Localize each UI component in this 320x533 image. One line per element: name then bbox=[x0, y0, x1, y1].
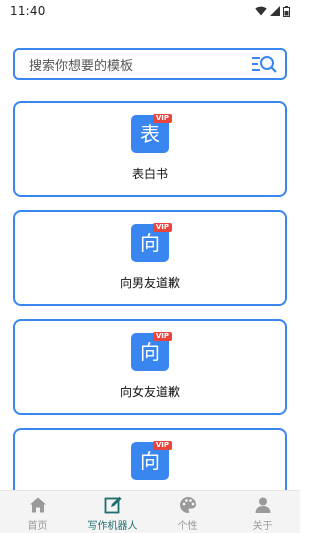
template-card-apologize-girlfriend[interactable]: 向 VIP 向女友道歉 bbox=[13, 319, 287, 415]
template-icon-char: 向 bbox=[140, 231, 160, 255]
nav-label-writing-robot: 写作机器人 bbox=[87, 521, 138, 532]
nav-item-about[interactable]: 关于 bbox=[225, 491, 300, 533]
wifi-icon bbox=[255, 6, 267, 16]
nav-item-personality[interactable]: 个性 bbox=[150, 491, 225, 533]
vip-badge: VIP bbox=[152, 223, 172, 232]
vip-badge: VIP bbox=[152, 332, 172, 341]
palette-icon bbox=[179, 497, 196, 513]
template-title: 表白书 bbox=[131, 167, 168, 181]
vip-badge: VIP bbox=[152, 114, 172, 123]
template-card-confession[interactable]: 表 VIP 表白书 bbox=[13, 101, 287, 197]
template-title: 向男友道歉 bbox=[119, 276, 180, 290]
search-icon[interactable] bbox=[251, 53, 277, 75]
edit-icon bbox=[104, 496, 121, 514]
battery-icon bbox=[283, 5, 290, 17]
template-icon: 向 VIP bbox=[131, 332, 172, 371]
search-input[interactable]: 搜索你想要的模板 bbox=[13, 48, 287, 80]
bottom-nav: 首页 写作机器人 个性 关于 bbox=[0, 490, 300, 533]
nav-label-personality: 个性 bbox=[177, 521, 198, 532]
search-placeholder: 搜索你想要的模板 bbox=[29, 58, 134, 74]
nav-item-home[interactable]: 首页 bbox=[0, 491, 75, 533]
person-icon bbox=[255, 497, 270, 513]
nav-label-home: 首页 bbox=[27, 521, 48, 532]
home-icon bbox=[29, 497, 46, 513]
status-bar: 11:40 bbox=[0, 0, 300, 22]
template-card-apologize-boyfriend[interactable]: 向 VIP 向男友道歉 bbox=[13, 210, 287, 306]
status-icons bbox=[255, 5, 290, 17]
vip-badge: VIP bbox=[152, 441, 172, 450]
template-title: 向女友道歉 bbox=[119, 385, 180, 399]
template-icon: 表 VIP bbox=[131, 114, 172, 153]
app-screen: 11:40 搜索你想要的模板 表 VIP 表白书 向 VIP 向男友道歉 向 V… bbox=[0, 0, 300, 533]
signal-icon bbox=[270, 6, 280, 16]
template-icon-char: 表 bbox=[140, 122, 160, 146]
nav-label-about: 关于 bbox=[252, 521, 273, 532]
status-time: 11:40 bbox=[10, 4, 46, 18]
template-icon-char: 向 bbox=[140, 340, 160, 364]
template-icon: 向 VIP bbox=[131, 441, 172, 480]
template-icon-char: 向 bbox=[140, 449, 160, 473]
nav-item-writing-robot[interactable]: 写作机器人 bbox=[75, 491, 150, 533]
template-icon: 向 VIP bbox=[131, 223, 172, 262]
